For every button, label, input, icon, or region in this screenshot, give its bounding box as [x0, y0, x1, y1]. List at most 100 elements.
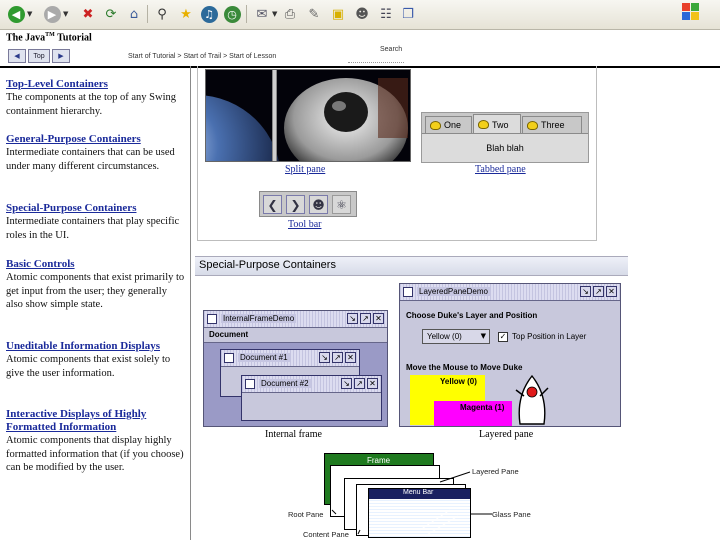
sidebar-link[interactable]: Top-Level Containers [6, 78, 186, 91]
diagram-arrows [331, 471, 492, 537]
tab-two[interactable]: Two [473, 114, 521, 134]
close-icon[interactable]: ✕ [345, 352, 356, 363]
forward-icon[interactable]: ▶ [42, 4, 62, 24]
right-arrow-icon[interactable]: ❯ [286, 195, 305, 214]
refresh-icon[interactable]: ⟳ [101, 4, 121, 24]
minimize-icon[interactable]: ↘ [319, 352, 330, 363]
research-icon[interactable]: ❐ [398, 4, 418, 24]
favorites-icon[interactable]: ★ [176, 4, 196, 24]
sidebar-description: The components at the top of any Swing c… [6, 92, 177, 117]
previous-button[interactable]: ◀ [8, 49, 26, 63]
tabbed-pane-caption[interactable]: Tabbed pane [475, 164, 526, 175]
group-label-move: Move the Mouse to Move Duke [406, 363, 523, 372]
maximize-icon[interactable]: ↗ [360, 313, 371, 324]
window-title-bar: LayeredPaneDemo ↘ ↗ ✕ [400, 284, 620, 301]
minimize-icon[interactable]: ↘ [580, 286, 591, 297]
root-pane-diagram-label: Root Pane [288, 510, 324, 519]
sidebar-link[interactable]: Interactive Displays of Highly Formatted… [6, 408, 186, 434]
content-pane-diagram-label: Content Pane [303, 530, 349, 539]
title-suffix: Tutorial [54, 32, 92, 44]
print-icon[interactable]: ⎙ [280, 4, 300, 24]
sidebar-item-interactive-displays: Interactive Displays of Highly Formatted… [6, 408, 186, 475]
discuss-icon[interactable]: ▣ [328, 4, 348, 24]
close-icon[interactable]: ✕ [606, 286, 617, 297]
tool-bar-caption[interactable]: Tool bar [288, 219, 321, 230]
top-button[interactable]: Top [28, 49, 50, 63]
window-title-bar: InternalFrameDemo ↘ ↗ ✕ [204, 311, 387, 328]
search-icon[interactable]: ⚲ [152, 4, 172, 24]
stop-icon[interactable]: ✖ [78, 4, 98, 24]
sidebar-link[interactable]: Basic Controls [6, 258, 186, 271]
home-icon[interactable]: ⌂ [124, 4, 144, 24]
sidebar-item-special-purpose: Special-Purpose Containers Intermediate … [6, 202, 186, 242]
duke-icon[interactable]: ☻ [309, 195, 328, 214]
combo-value: Yellow (0) [427, 332, 462, 341]
window-title-bar: Document #2 ↘ ↗ ✕ [242, 376, 381, 393]
tab-three[interactable]: Three [522, 116, 582, 133]
window-icon [224, 353, 234, 363]
top-position-checkbox[interactable]: ✓ [498, 332, 508, 342]
next-button[interactable]: ▶ [52, 49, 70, 63]
earth-image [206, 70, 410, 161]
layered-pane-example: LayeredPaneDemo ↘ ↗ ✕ Choose Duke's Layer … [399, 283, 621, 427]
close-icon[interactable]: ✕ [373, 313, 384, 324]
menu-document[interactable]: Document [209, 330, 248, 339]
duke-mascot-icon[interactable] [512, 366, 552, 426]
tabbed-pane-example: One Two Three Blah blah [421, 112, 589, 163]
messenger-icon[interactable]: ☻ [352, 4, 372, 24]
layer-combo-box[interactable]: Yellow (0) ▼ [422, 329, 490, 344]
layered-pane-diagram-label: Layered Pane [472, 467, 519, 476]
left-arrow-icon[interactable]: ❮ [263, 195, 282, 214]
sidebar-item-top-level: Top-Level Containers The components at t… [6, 78, 186, 118]
sidebar-description: Atomic components that exist primarily t… [6, 272, 185, 310]
back-dropdown-icon[interactable]: ▼ [27, 10, 32, 18]
maximize-icon[interactable]: ↗ [354, 378, 365, 389]
windows-logo-icon [682, 3, 700, 21]
tab-one[interactable]: One [425, 116, 472, 133]
close-icon[interactable]: ✕ [367, 378, 378, 389]
maximize-icon[interactable]: ↗ [593, 286, 604, 297]
mail-icon[interactable]: ✉ [252, 4, 272, 24]
tool-bar-example: ❮ ❯ ☻ ⚛ [259, 191, 357, 217]
sidebar-description: Atomic components that display highly fo… [6, 435, 184, 473]
page-title: The JavaTM Tutorial [6, 32, 92, 43]
maximize-icon[interactable]: ↗ [332, 352, 343, 363]
sidebar-item-basic-controls: Basic Controls Atomic components that ex… [6, 258, 186, 312]
forward-dropdown-icon[interactable]: ▼ [63, 10, 68, 18]
back-icon[interactable]: ◀ [6, 4, 26, 24]
sidebar-link[interactable]: General-Purpose Containers [6, 133, 186, 146]
window-icon [207, 314, 217, 324]
window-icon [403, 287, 413, 297]
internal-frame-example: InternalFrameDemo ↘ ↗ ✕ Document Document … [203, 310, 388, 427]
duke-icon [430, 120, 441, 130]
research-icon[interactable]: ☷ [376, 4, 396, 24]
sidebar-link[interactable]: Special-Purpose Containers [6, 202, 186, 215]
search-input[interactable] [348, 54, 404, 63]
window-title: LayeredPaneDemo [417, 287, 490, 296]
tab-label: One [444, 120, 462, 130]
split-pane-caption[interactable]: Split pane [285, 164, 325, 175]
toolbar-separator [246, 5, 247, 23]
duke-wave-icon[interactable]: ⚛ [332, 195, 351, 214]
arrow-right-icon: ▶ [58, 53, 64, 60]
window-title-bar: Document #1 ↘ ↗ ✕ [221, 350, 359, 367]
sidebar-divider [190, 66, 191, 540]
media-icon[interactable]: ♫ [199, 4, 219, 24]
mail-dropdown-icon[interactable]: ▼ [272, 10, 277, 18]
edit-icon[interactable]: ✎ [304, 4, 324, 24]
arrow-left-icon: ◀ [14, 53, 20, 60]
window-title: Document #1 [238, 353, 290, 362]
minimize-icon[interactable]: ↘ [341, 378, 352, 389]
minimize-icon[interactable]: ↘ [347, 313, 358, 324]
split-divider[interactable] [272, 70, 277, 161]
title-text: The Java [6, 32, 46, 44]
tab-content: Blah blah [422, 133, 588, 162]
split-pane-example[interactable] [205, 69, 411, 162]
sidebar-link[interactable]: Uneditable Information Displays [6, 340, 186, 353]
magenta-layer[interactable]: Magenta (1) [434, 401, 512, 426]
internal-window-document-2[interactable]: Document #2 ↘ ↗ ✕ [241, 375, 382, 421]
magenta-layer-label: Magenta (1) [460, 403, 505, 412]
window-title: Document #2 [259, 379, 311, 388]
history-icon[interactable]: ◷ [222, 4, 242, 24]
breadcrumb[interactable]: Start of Tutorial > Start of Trail > Sta… [128, 53, 276, 60]
